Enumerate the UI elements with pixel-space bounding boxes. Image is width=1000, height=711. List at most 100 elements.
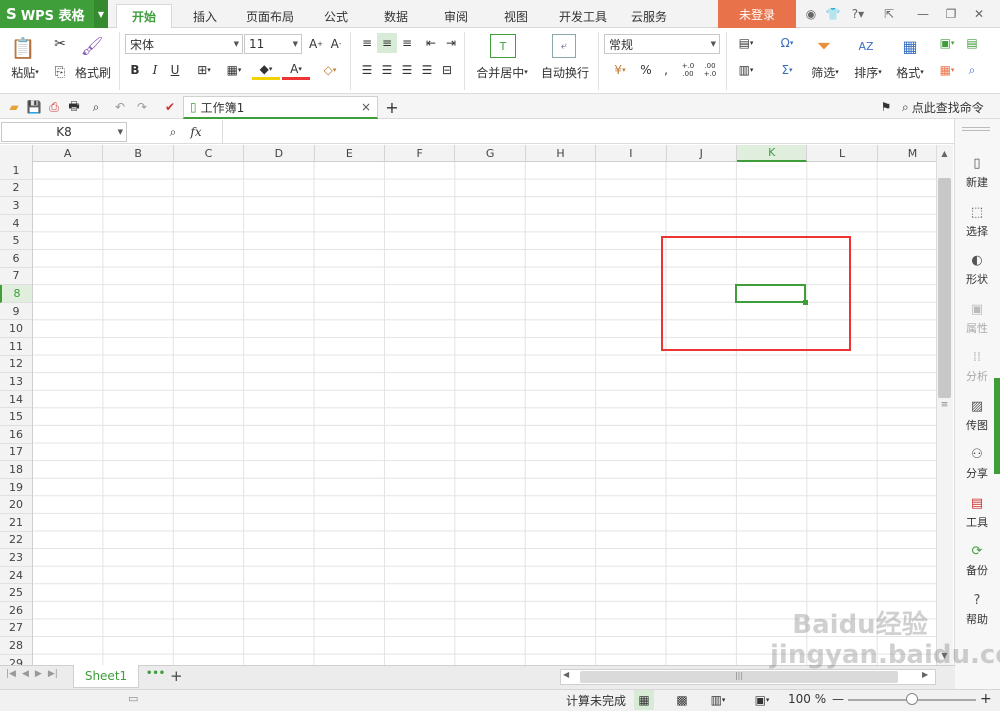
help-dropdown-icon[interactable]: ?▾: [846, 5, 870, 23]
add-sheet-button[interactable]: +: [170, 667, 186, 685]
align-center-icon[interactable]: ☰: [377, 60, 397, 80]
scroll-left-icon[interactable]: ◀: [563, 670, 575, 684]
tab-page-layout[interactable]: 页面布局: [238, 4, 302, 28]
workbook-tab[interactable]: ▯ 工作簿1 ×: [183, 96, 378, 119]
format-painter-button[interactable]: 格式刷: [72, 64, 114, 80]
next-sheet-icon[interactable]: ▶: [35, 669, 42, 685]
merge-center-icon[interactable]: T: [490, 34, 516, 58]
minimize-icon[interactable]: —: [914, 5, 932, 23]
tab-data[interactable]: 数据: [370, 4, 422, 28]
wps-logo-menu[interactable]: S WPS 表格: [0, 0, 94, 28]
vertical-scroll-thumb[interactable]: [938, 178, 951, 398]
zoom-out-icon[interactable]: —: [832, 692, 844, 706]
row-header-27[interactable]: 27: [0, 620, 32, 638]
column-header-D[interactable]: D: [244, 145, 315, 162]
conditional-format-icon[interactable]: ▥ ▾: [732, 60, 760, 80]
column-header-I[interactable]: I: [596, 145, 667, 162]
select-all-corner[interactable]: [0, 145, 33, 162]
format-painter-icon[interactable]: 🖌: [78, 34, 106, 58]
command-search[interactable]: ⌕ 点此查找命令: [902, 97, 1000, 117]
row-header-21[interactable]: 21: [0, 514, 32, 532]
insert-function-button[interactable]: fx: [186, 122, 206, 142]
freeze-pane-icon[interactable]: ▦ ▾: [934, 60, 960, 80]
zoom-formula-icon[interactable]: ⌕: [163, 122, 183, 142]
active-cell-K8[interactable]: [735, 284, 806, 303]
row-header-28[interactable]: 28: [0, 637, 32, 655]
align-bottom-icon[interactable]: ≡: [397, 33, 417, 53]
row-header-13[interactable]: 13: [0, 373, 32, 391]
row-header-17[interactable]: 17: [0, 444, 32, 462]
row-header-9[interactable]: 9: [0, 303, 32, 321]
close-icon[interactable]: ✕: [970, 5, 988, 23]
row-header-23[interactable]: 23: [0, 549, 32, 567]
font-size-select[interactable]: 11 ▼: [244, 34, 302, 54]
first-sheet-icon[interactable]: |◀: [6, 669, 16, 685]
row-header-8[interactable]: 8: [0, 285, 32, 303]
column-header-H[interactable]: H: [526, 145, 597, 162]
percent-button[interactable]: %: [636, 60, 656, 80]
pin-icon[interactable]: ⚑: [876, 97, 896, 117]
column-header-A[interactable]: A: [33, 145, 104, 162]
prev-sheet-icon[interactable]: ◀: [22, 669, 29, 685]
autosum-icon[interactable]: Σ ▾: [772, 60, 802, 80]
row-header-6[interactable]: 6: [0, 250, 32, 268]
undo-icon[interactable]: ↶: [110, 97, 130, 117]
wrap-text-icon[interactable]: ⤶: [552, 34, 576, 58]
maximize-icon[interactable]: ❐: [942, 5, 960, 23]
task-pane-help[interactable]: ? 帮助: [954, 587, 1000, 633]
column-header-G[interactable]: G: [455, 145, 526, 162]
last-sheet-icon[interactable]: ▶|: [48, 669, 58, 685]
print-icon[interactable]: 🖶: [64, 97, 84, 117]
row-header-11[interactable]: 11: [0, 338, 32, 356]
formula-input[interactable]: [222, 120, 954, 143]
task-pane-new[interactable]: ▯ 新建: [954, 150, 1000, 196]
pane-grip[interactable]: [962, 127, 990, 131]
row-header-1[interactable]: 1: [0, 162, 32, 180]
pane-expand-tab[interactable]: [994, 378, 1000, 474]
open-folder-icon[interactable]: ▰: [4, 97, 24, 117]
zoom-slider-thumb[interactable]: [906, 693, 918, 705]
paste-button[interactable]: 粘贴 ▾: [6, 64, 44, 80]
close-tab-icon[interactable]: ×: [361, 100, 371, 114]
cut-icon[interactable]: ✂: [50, 34, 70, 54]
distribute-icon[interactable]: ⊟: [437, 60, 457, 80]
row-header-29[interactable]: 29: [0, 655, 32, 665]
sheet-more-icon[interactable]: •••: [146, 668, 165, 684]
tab-developer[interactable]: 开发工具: [550, 4, 616, 28]
row-header-19[interactable]: 19: [0, 479, 32, 497]
split-handle-icon[interactable]: ≡: [938, 400, 951, 412]
tab-insert[interactable]: 插入: [180, 4, 230, 28]
row-header-15[interactable]: 15: [0, 408, 32, 426]
normal-view-icon[interactable]: ▦: [634, 690, 654, 710]
app-menu-dropdown-icon[interactable]: ▼: [94, 0, 108, 28]
increase-indent-icon[interactable]: ⇥: [441, 33, 461, 53]
reading-mode-icon[interactable]: ▥ ▾: [700, 690, 736, 710]
align-right-icon[interactable]: ☰: [397, 60, 417, 80]
zoom-in-icon[interactable]: +: [980, 691, 994, 707]
find-icon[interactable]: ⌕: [962, 60, 982, 80]
new-tab-button[interactable]: +: [382, 97, 402, 117]
customize-toolbar-icon[interactable]: ✔: [160, 97, 180, 117]
pdf-export-icon[interactable]: ⎙: [44, 97, 64, 117]
fill-handle[interactable]: [803, 300, 808, 305]
restore-ribbon-icon[interactable]: ⇱: [880, 5, 898, 23]
format-icon[interactable]: ▦: [898, 34, 922, 58]
column-header-K[interactable]: K: [737, 145, 808, 162]
task-pane-toolbox[interactable]: ▤ 工具: [954, 490, 1000, 536]
number-format-select[interactable]: 常规 ▼: [604, 34, 720, 54]
row-header-3[interactable]: 3: [0, 197, 32, 215]
filter-button[interactable]: 筛选 ▾: [804, 64, 846, 80]
row-header-2[interactable]: 2: [0, 180, 32, 198]
tab-view[interactable]: 视图: [490, 4, 542, 28]
shirt-icon[interactable]: 👕: [824, 5, 842, 23]
row-header-10[interactable]: 10: [0, 320, 32, 338]
wrap-text-button[interactable]: 自动换行: [538, 64, 592, 80]
column-header-C[interactable]: C: [174, 145, 245, 162]
row-header-4[interactable]: 4: [0, 215, 32, 233]
row-header-5[interactable]: 5: [0, 232, 32, 250]
save-icon[interactable]: 💾: [24, 97, 44, 117]
print-preview-icon[interactable]: ⌕: [86, 97, 106, 117]
row-header-22[interactable]: 22: [0, 532, 32, 550]
comma-style-button[interactable]: ,: [656, 60, 676, 80]
filter-icon[interactable]: ⏷: [812, 34, 836, 58]
